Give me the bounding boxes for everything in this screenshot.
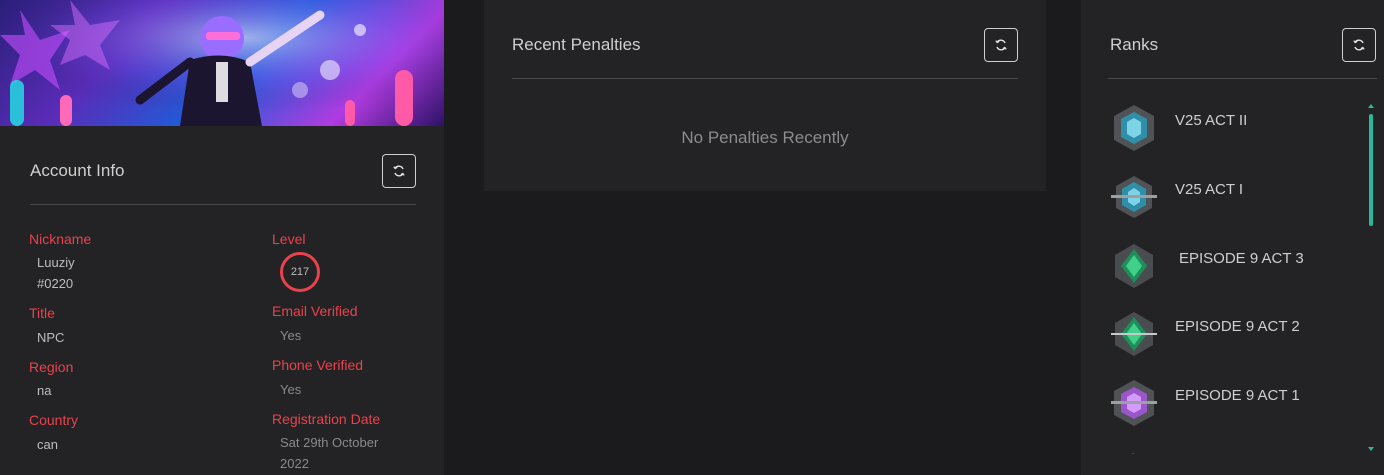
nickname-value-tag: #0220 [37, 276, 74, 291]
title-value: NPC [37, 330, 65, 345]
account-info-refresh-button[interactable] [382, 154, 416, 188]
scroll-up-arrow-icon[interactable] [1368, 104, 1374, 108]
recent-penalties-divider [512, 78, 1018, 79]
refresh-icon [393, 165, 405, 177]
email-verified-label: Email Verified [272, 303, 358, 319]
email-verified-value: Yes [280, 328, 302, 343]
recent-penalties-card: Recent Penalties No Penalties Recently [484, 0, 1046, 191]
ranks-refresh-button[interactable] [1342, 28, 1376, 62]
banner-artwork [0, 0, 444, 126]
rank-row[interactable] [1109, 103, 1159, 153]
ranks-title: Ranks [1110, 35, 1159, 54]
region-value: na [37, 383, 52, 398]
recent-penalties-title: Recent Penalties [512, 35, 641, 54]
title-label: Title [29, 305, 55, 321]
rank-label: V25 ACT II [1175, 112, 1248, 129]
nickname-label: Nickname [29, 231, 92, 247]
account-info-title: Account Info [30, 161, 125, 180]
account-info-divider [30, 204, 416, 205]
rank-row[interactable] [1109, 241, 1159, 291]
rank-ascendant-icon [1115, 244, 1153, 288]
recent-penalties-refresh-button[interactable] [984, 28, 1018, 62]
ranks-scrollbar-thumb[interactable] [1369, 114, 1373, 226]
recent-penalties-header: Recent Penalties [512, 28, 1018, 62]
rank-ascendant-icon [1111, 312, 1157, 356]
country-label: Country [29, 412, 79, 428]
scroll-down-arrow-icon[interactable] [1368, 447, 1374, 451]
rank-row-partial [1121, 448, 1145, 454]
level-badge: 217 [280, 252, 320, 292]
no-penalties-message: No Penalties Recently [681, 128, 849, 147]
rank-row[interactable] [1109, 172, 1159, 222]
rank-row[interactable] [1109, 378, 1159, 428]
ranks-header: Ranks [1110, 28, 1376, 62]
level-label: Level [272, 231, 306, 247]
ranks-card: Ranks V25 ACT II V25 ACT I EPISODE 9 ACT… [1081, 0, 1384, 475]
rank-diamond-icon [1111, 380, 1157, 426]
rank-label: EPISODE 9 ACT 1 [1175, 387, 1300, 404]
rank-platinum-icon [1111, 176, 1157, 218]
refresh-icon [995, 39, 1007, 51]
player-card-banner [0, 0, 444, 126]
rank-label: V25 ACT I [1175, 181, 1244, 198]
region-label: Region [29, 359, 74, 375]
rank-row[interactable] [1109, 309, 1159, 359]
registration-date-value-line2: 2022 [280, 456, 309, 471]
rank-icon-partial [1131, 453, 1135, 454]
account-info-card: Account Info Nickname Luuziy #0220 Title… [0, 0, 444, 475]
ranks-divider [1108, 78, 1377, 79]
registration-date-value-line1: Sat 29th October [280, 435, 379, 450]
rank-label: EPISODE 9 ACT 2 [1175, 318, 1300, 335]
refresh-icon [1353, 39, 1365, 51]
registration-date-label: Registration Date [272, 411, 381, 427]
rank-label: EPISODE 9 ACT 3 [1179, 250, 1304, 267]
account-info-header: Account Info [30, 154, 416, 188]
country-value: can [37, 437, 58, 452]
nickname-value-name: Luuziy [37, 255, 75, 270]
rank-platinum-icon [1114, 105, 1154, 151]
phone-verified-label: Phone Verified [272, 357, 364, 373]
phone-verified-value: Yes [280, 382, 302, 397]
level-value: 217 [290, 266, 310, 278]
